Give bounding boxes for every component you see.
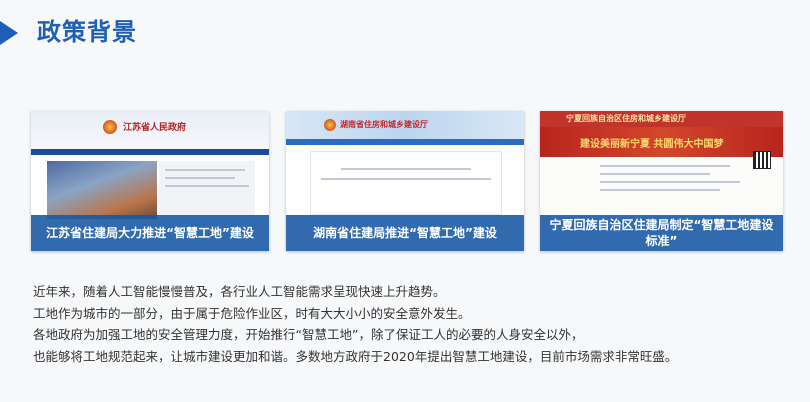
- paragraph-line: 工地作为城市的一部分，由于属于危险作业区，时有大大小小的安全意外发生。: [33, 305, 471, 321]
- national-emblem-icon: [324, 119, 336, 131]
- card-hunan[interactable]: 湖南省住房和城乡建设厅 湖南省住建局推进“智慧工地”建设: [286, 111, 524, 251]
- paragraph-line: 各地政府为加强工地的安全管理力度，开始推行“智慧工地”，除了保证工人的必要的人身…: [33, 327, 584, 342]
- news-photo: [47, 161, 157, 219]
- text-line: [600, 181, 740, 183]
- document-page: [310, 151, 502, 215]
- banner-slogan: 建设美丽新宁夏 共圆伟大中国梦: [580, 139, 724, 150]
- text-line: [321, 178, 491, 180]
- text-line: [165, 169, 245, 171]
- site-logo-text: 宁夏回族自治区住房和城乡建设厅: [566, 114, 686, 123]
- text-line: [600, 165, 730, 167]
- site-logo-text: 湖南省住房和城乡建设厅: [340, 120, 428, 129]
- card-caption: 湖南省住建局推进“智慧工地”建设: [286, 215, 524, 251]
- text-line: [341, 168, 471, 170]
- text-line: [600, 173, 710, 175]
- card-ningxia[interactable]: 宁夏回族自治区住房和城乡建设厅 建设美丽新宁夏 共圆伟大中国梦 宁夏回族自治区住…: [540, 111, 783, 251]
- screenshot-cards: 江苏省人民政府 江苏省住建局大力推进“智慧工地”建设 湖南省住房和城乡建设厅 湖…: [31, 111, 783, 251]
- body-paragraphs: 近年来，随着人工智能慢慢普及，各行业人工智能需求呈现快速上升趋势。 工地作为城市…: [33, 281, 793, 367]
- text-line: [600, 189, 720, 191]
- site-nav-bar: [31, 149, 269, 155]
- national-emblem-icon: [103, 120, 117, 134]
- card-caption: 宁夏回族自治区住建局制定“智慧工地建设标准”: [540, 215, 783, 251]
- site-logo-text: 江苏省人民政府: [123, 123, 187, 133]
- card-caption: 江苏省住建局大力推进“智慧工地”建设: [31, 215, 269, 251]
- text-line: [165, 185, 249, 187]
- qr-code-icon: [753, 151, 771, 169]
- paragraph-line: 近年来，随着人工智能慢慢普及，各行业人工智能需求呈现快速上升趋势。: [33, 284, 446, 299]
- text-line: [165, 177, 235, 179]
- card-jiangsu[interactable]: 江苏省人民政府 江苏省住建局大力推进“智慧工地”建设: [31, 111, 269, 251]
- title-accent-triangle: [0, 21, 18, 45]
- site-nav-bar: [286, 139, 524, 145]
- page-title: 政策背景: [37, 18, 137, 46]
- paragraph-line: 也能够将工地规范起来，让城市建设更加和谐。多数地方政府于2020年提出智慧工地建…: [33, 348, 678, 364]
- news-panel: [159, 161, 255, 219]
